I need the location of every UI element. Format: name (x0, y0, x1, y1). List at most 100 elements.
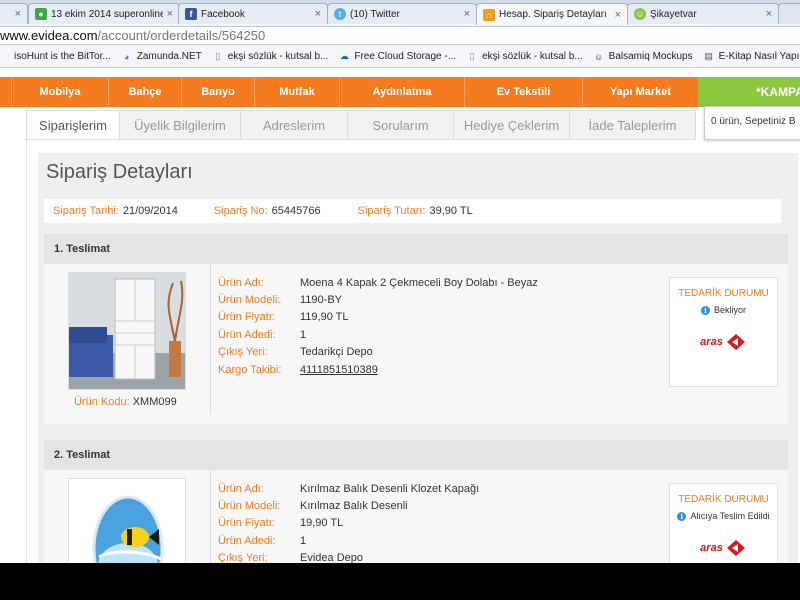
product-price-row: Ürün Fiyatı: 119,90 TL (218, 309, 538, 326)
product-image-cabinet[interactable] (68, 272, 186, 390)
browser-tab-facebook[interactable]: f Facebook × (178, 3, 328, 24)
screen-bottom-bar (0, 563, 800, 600)
bookmark-isohunt[interactable]: isoHunt is the BitTor... (0, 51, 111, 63)
carrier-name: aras (700, 336, 723, 348)
menu-item-bahce[interactable]: Bahçe (109, 77, 182, 107)
category-menu: Mobilya Bahçe Banyo Mutfak Aydınlatma Ev… (0, 77, 800, 107)
tracking-label: Kargo Takibi: (218, 363, 282, 376)
close-icon[interactable]: × (615, 9, 621, 21)
close-icon[interactable]: × (315, 8, 321, 20)
sikayetvar-icon: ☺ (634, 8, 646, 20)
tab-uyelik-bilgilerim[interactable]: Üyelik Bilgilerim (120, 110, 241, 140)
product-origin-label: Çıkış Yeri: (218, 552, 268, 563)
menu-item-banyo[interactable]: Banyo (182, 77, 255, 107)
page-icon: ▯ (215, 51, 221, 61)
bookmark-label: Balsamiq Mockups (608, 51, 693, 62)
supply-status: i Alıcıya Teslim Edildi (670, 511, 777, 521)
browser-tab-sikayetvar[interactable]: ☺ Şikayetvar × (627, 3, 779, 24)
browser-tab-strip: × ● 13 ekim 2014 superonline × f Faceboo… (0, 0, 800, 25)
product-name-label: Ürün Adı: (218, 482, 264, 495)
product-code: Ürün Kodu: XMM099 (74, 396, 177, 408)
product-price-value: 19,90 TL (300, 517, 344, 530)
browser-tab-partial[interactable]: × (0, 3, 28, 24)
bookmark-label: ekşi sözlük - kutsal b... (227, 51, 329, 62)
order-total-label: Sipariş Tutarı: (357, 205, 426, 217)
menu-item-mobilya[interactable]: Mobilya (12, 77, 109, 107)
delivery-1: Ürün Kodu: XMM099 Ürün Adı: Moena 4 Kapa… (44, 264, 788, 424)
bookmark-ekitap[interactable]: ▤ E-Kitap Nasıl Yapılır?... (703, 51, 800, 63)
page-icon: ▯ (469, 51, 475, 61)
browser-tab-twitter[interactable]: t (10) Twitter × (327, 3, 477, 24)
order-date-value: 21/09/2014 (122, 205, 178, 217)
product-code-label: Ürün Kodu: (74, 396, 130, 408)
menu-item-ev-tekstili[interactable]: Ev Tekstili (465, 77, 583, 107)
new-tab-button[interactable] (778, 3, 800, 24)
tab-iade-taleplerim[interactable]: İade Taleplerim (570, 110, 696, 140)
product-qty-value: 1 (300, 328, 307, 341)
bookmark-zamunda[interactable]: ◕ Zamunda.NET (121, 51, 202, 63)
supply-status-box: TEDARİK DURUMU i Bekliyor aras (669, 277, 778, 387)
close-icon[interactable]: × (167, 8, 173, 20)
bookmark-label: Free Cloud Storage -... (354, 51, 457, 62)
product-price-row: Ürün Fiyatı: 19,90 TL (218, 515, 479, 532)
close-icon[interactable]: × (464, 8, 470, 20)
product-price-value: 119,90 TL (300, 311, 349, 324)
browser-tab-superonline[interactable]: ● 13 ekim 2014 superonline × (28, 3, 180, 24)
tab-hediye-ceklerim[interactable]: Hediye Çeklerim (454, 110, 570, 140)
product-name-row: Ürün Adı: Moena 4 Kapak 2 Çekmeceli Boy … (218, 274, 538, 291)
supply-status-value: Alıcıya Teslim Edildi (690, 511, 770, 521)
product-model-value: 1190-BY (300, 294, 342, 307)
aras-cargo-logo: aras (670, 333, 777, 351)
supply-status-title: TEDARİK DURUMU (678, 288, 769, 299)
product-origin-value: Evidea Depo (300, 552, 363, 563)
product-qty-row: Ürün Adedi: 1 (218, 326, 538, 343)
order-no-label: Sipariş No: (213, 205, 268, 217)
cloud-icon: ☁ (339, 51, 349, 61)
tab-label: Facebook (201, 8, 245, 20)
menu-item-aydinlatma[interactable]: Aydınlatma (340, 77, 465, 107)
order-date-label: Sipariş Tarihi: (53, 205, 119, 217)
web-page: Mobilya Bahçe Banyo Mutfak Aydınlatma Ev… (0, 68, 800, 563)
close-icon[interactable]: × (15, 8, 21, 20)
product-origin-row: Çıkış Yeri: Evidea Depo (218, 550, 479, 563)
tab-adreslerim[interactable]: Adreslerim (241, 110, 348, 140)
product-qty-label: Ürün Adedi: (218, 328, 276, 341)
bookmark-cloud-storage[interactable]: ☁ Free Cloud Storage -... (338, 51, 456, 63)
bookmark-label: Zamunda.NET (136, 51, 202, 62)
info-icon: i (677, 511, 687, 521)
product-model-row: Ürün Modeli: 1190-BY (218, 291, 538, 308)
product-code-value: XMM099 (132, 396, 177, 408)
delivery-2-heading: 2. Teslimat (44, 440, 788, 470)
bookmark-eksi-1[interactable]: ▯ ekşi sözlük - kutsal b... (212, 51, 329, 63)
tab-label: (10) Twitter (350, 8, 400, 20)
campaign-button[interactable]: *KAMPA (698, 77, 800, 107)
close-icon[interactable]: × (766, 8, 772, 20)
menu-item-yapi-market[interactable]: Yapı Market (583, 77, 698, 107)
cabinet-photo (69, 273, 185, 389)
product-origin-value: Tedarikçi Depo (300, 346, 373, 359)
tab-label: Hesap. Sipariş Detayları (499, 9, 607, 20)
menu-item-mutfak[interactable]: Mutfak (255, 77, 340, 107)
url-field[interactable]: www.evidea.com/account/orderdetails/5642… (0, 26, 800, 45)
cart-popup[interactable]: 0 ürün, Sepetiniz B (704, 106, 800, 140)
supply-status-value: Bekliyor (713, 305, 746, 315)
product-image-toilet-seat[interactable] (68, 478, 186, 563)
tab-siparislerim[interactable]: Siparişlerim (26, 110, 120, 140)
product-price-label: Ürün Fiyatı: (218, 311, 275, 324)
bookmark-label: E-Kitap Nasıl Yapılır?... (718, 51, 800, 62)
bookmark-eksi-2[interactable]: ▯ ekşi sözlük - kutsal b... (466, 51, 583, 63)
aras-cargo-logo: aras (670, 539, 777, 557)
product-name-label: Ürün Adı: (218, 276, 264, 289)
product-price-label: Ürün Fiyatı: (218, 517, 275, 530)
leaf-icon: ● (35, 8, 47, 20)
url-path: /account/orderdetails/564250 (97, 28, 266, 43)
tab-sorularim[interactable]: Sorularım (348, 110, 454, 140)
product-qty-label: Ürün Adedi: (218, 534, 276, 547)
browser-tab-order-details[interactable]: ⌂ Hesap. Sipariş Detayları × (476, 3, 628, 25)
bookmark-balsamiq[interactable]: ☺ Balsamiq Mockups (593, 51, 693, 63)
order-summary: Sipariş Tarihi: 21/09/2014 Sipariş No: 6… (44, 199, 781, 223)
page-title: Sipariş Detayları (46, 161, 193, 183)
aras-arrow-icon (726, 334, 745, 350)
supply-status-box: TEDARİK DURUMU i Alıcıya Teslim Edildi a… (669, 483, 778, 563)
tracking-link[interactable]: 4111851510389 (300, 364, 378, 376)
